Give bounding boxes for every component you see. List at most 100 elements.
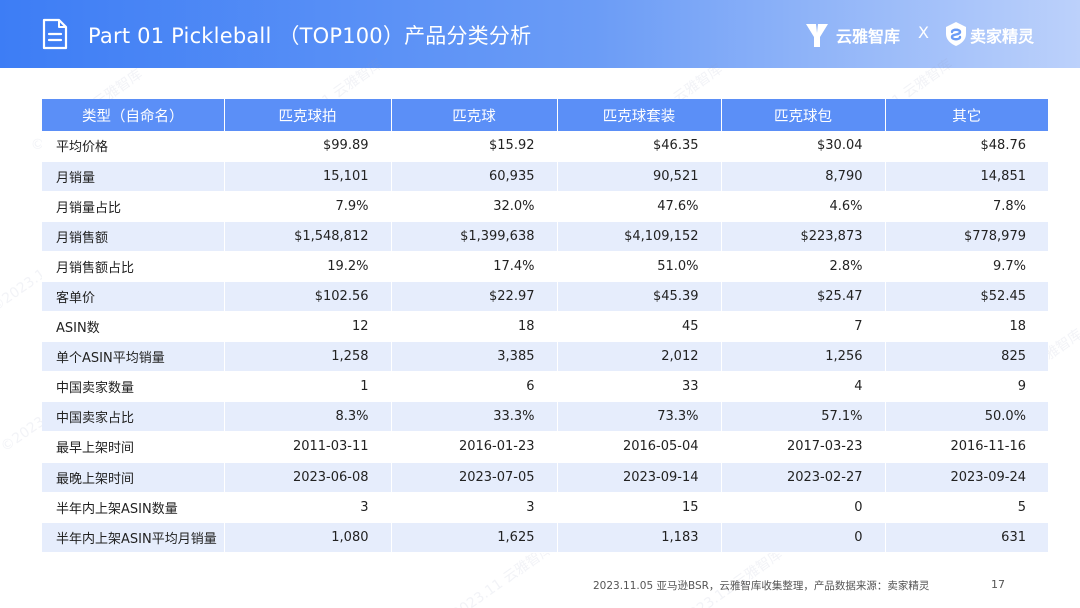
table-row: 单个ASIN平均销量 1,258 3,385 2,012 1,256 825 <box>42 341 1048 373</box>
brand-seller-sprite: 卖家精灵 <box>970 27 1035 46</box>
watermark: ©2023.11 云雅智库 <box>667 546 786 608</box>
table-cell: $102.56 <box>224 281 392 313</box>
column-header: 匹克球套装 <box>557 99 722 131</box>
table-cell: 15,101 <box>224 161 392 192</box>
table-cell: 90,521 <box>557 161 722 192</box>
row-label: ASIN数 <box>42 311 225 343</box>
row-label: 半年内上架ASIN数量 <box>42 492 225 523</box>
table-cell: 825 <box>885 341 1048 373</box>
page-title: Part 01 Pickleball （TOP100）产品分类分析 <box>88 24 532 48</box>
table-cell: 73.3% <box>557 401 722 433</box>
row-label: 月销量 <box>42 161 225 192</box>
table-row: 客单价 $102.56 $22.97 $45.39 $25.47 $52.45 <box>42 281 1048 313</box>
table-cell: $22.97 <box>391 281 558 313</box>
yunya-logo-icon <box>806 24 828 47</box>
row-label: 平均价格 <box>42 131 225 162</box>
row-label: 中国卖家数量 <box>42 371 225 403</box>
table-cell: 47.6% <box>557 191 722 222</box>
table-cell: 51.0% <box>557 251 722 282</box>
table-cell: 12 <box>224 311 392 343</box>
seller-sprite-logo-icon <box>946 22 966 46</box>
table-cell: 2023-02-27 <box>721 462 886 493</box>
table-cell: $52.45 <box>885 281 1048 313</box>
table-cell: 2017-03-23 <box>721 431 886 463</box>
table-cell: 2016-11-16 <box>885 431 1048 463</box>
table-cell: 631 <box>885 522 1048 553</box>
table-cell: 7.9% <box>224 191 392 222</box>
table-row: ASIN数 12 18 45 7 18 <box>42 311 1048 343</box>
table-cell: 0 <box>721 522 886 553</box>
table-cell: 18 <box>885 311 1048 343</box>
table-row: 月销量占比 7.9% 32.0% 47.6% 4.6% 7.8% <box>42 191 1048 222</box>
table-cell: 2016-05-04 <box>557 431 722 463</box>
table-cell: 3 <box>224 492 392 523</box>
table-cell: $223,873 <box>721 221 886 252</box>
table-cell: 7 <box>721 311 886 343</box>
table-row: 中国卖家占比 8.3% 33.3% 73.3% 57.1% 50.0% <box>42 401 1048 433</box>
table-cell: 60,935 <box>391 161 558 192</box>
column-header: 匹克球 <box>391 99 558 131</box>
table-cell: $30.04 <box>721 131 886 162</box>
table-cell: $99.89 <box>224 131 392 162</box>
table-cell: 17.4% <box>391 251 558 282</box>
table-cell: 2,012 <box>557 341 722 373</box>
table-cell: 50.0% <box>885 401 1048 433</box>
table-cell: 1,183 <box>557 522 722 553</box>
table-cell: 0 <box>721 492 886 523</box>
table-cell: 8,790 <box>721 161 886 192</box>
table-cell: 9.7% <box>885 251 1048 282</box>
table-cell: 3 <box>391 492 558 523</box>
source-note: 2023.11.05 亚马逊BSR，云雅智库收集整理，产品数据来源：卖家精灵 <box>593 580 930 592</box>
table-cell: $45.39 <box>557 281 722 313</box>
table-cell: 33.3% <box>391 401 558 433</box>
table-header-row: 类型（自命名） 匹克球拍 匹克球 匹克球套装 匹克球包 其它 <box>42 99 1048 131</box>
table-cell: 33 <box>557 371 722 403</box>
column-header: 其它 <box>885 99 1048 131</box>
table-cell: 4.6% <box>721 191 886 222</box>
table-cell: 18 <box>391 311 558 343</box>
table-cell: 1,080 <box>224 522 392 553</box>
table-cell: $25.47 <box>721 281 886 313</box>
row-label: 单个ASIN平均销量 <box>42 341 225 373</box>
row-label: 中国卖家占比 <box>42 401 225 433</box>
table-cell: $1,399,638 <box>391 221 558 252</box>
table-cell: 7.8% <box>885 191 1048 222</box>
table-cell: 1,256 <box>721 341 886 373</box>
table-cell: 15 <box>557 492 722 523</box>
row-label: 月销售额 <box>42 221 225 252</box>
table-cell: 57.1% <box>721 401 886 433</box>
row-label: 最早上架时间 <box>42 431 225 463</box>
column-header: 匹克球包 <box>721 99 886 131</box>
table-cell: $4,109,152 <box>557 221 722 252</box>
table-cell: 19.2% <box>224 251 392 282</box>
table-cell: 5 <box>885 492 1048 523</box>
table-cell: 32.0% <box>391 191 558 222</box>
table-cell: 45 <box>557 311 722 343</box>
table-cell: 1,258 <box>224 341 392 373</box>
table-row: 月销量 15,101 60,935 90,521 8,790 14,851 <box>42 161 1048 192</box>
table-cell: 14,851 <box>885 161 1048 192</box>
table-row: 最晚上架时间 2023-06-08 2023-07-05 2023-09-14 … <box>42 462 1048 493</box>
column-header: 类型（自命名） <box>42 99 225 131</box>
table-row: 中国卖家数量 1 6 33 4 9 <box>42 371 1048 403</box>
table-cell: 2023-06-08 <box>224 462 392 493</box>
table-cell: 2023-09-14 <box>557 462 722 493</box>
document-icon <box>42 18 68 50</box>
brand-yunya: 云雅智库 <box>836 27 901 46</box>
table-cell: 2016-01-23 <box>391 431 558 463</box>
table-cell: 6 <box>391 371 558 403</box>
table-cell: 1,625 <box>391 522 558 553</box>
table-row: 月销售额占比 19.2% 17.4% 51.0% 2.8% 9.7% <box>42 251 1048 282</box>
table-cell: 4 <box>721 371 886 403</box>
row-label: 最晚上架时间 <box>42 462 225 493</box>
table-row: 月销售额 $1,548,812 $1,399,638 $4,109,152 $2… <box>42 221 1048 252</box>
table-cell: 2.8% <box>721 251 886 282</box>
row-label: 客单价 <box>42 281 225 313</box>
table-cell: 3,385 <box>391 341 558 373</box>
table-cell: 8.3% <box>224 401 392 433</box>
row-label: 半年内上架ASIN平均月销量 <box>42 522 225 553</box>
table-cell: $1,548,812 <box>224 221 392 252</box>
row-label: 月销量占比 <box>42 191 225 222</box>
table-row: 半年内上架ASIN平均月销量 1,080 1,625 1,183 0 631 <box>42 522 1048 553</box>
table-cell: $46.35 <box>557 131 722 162</box>
